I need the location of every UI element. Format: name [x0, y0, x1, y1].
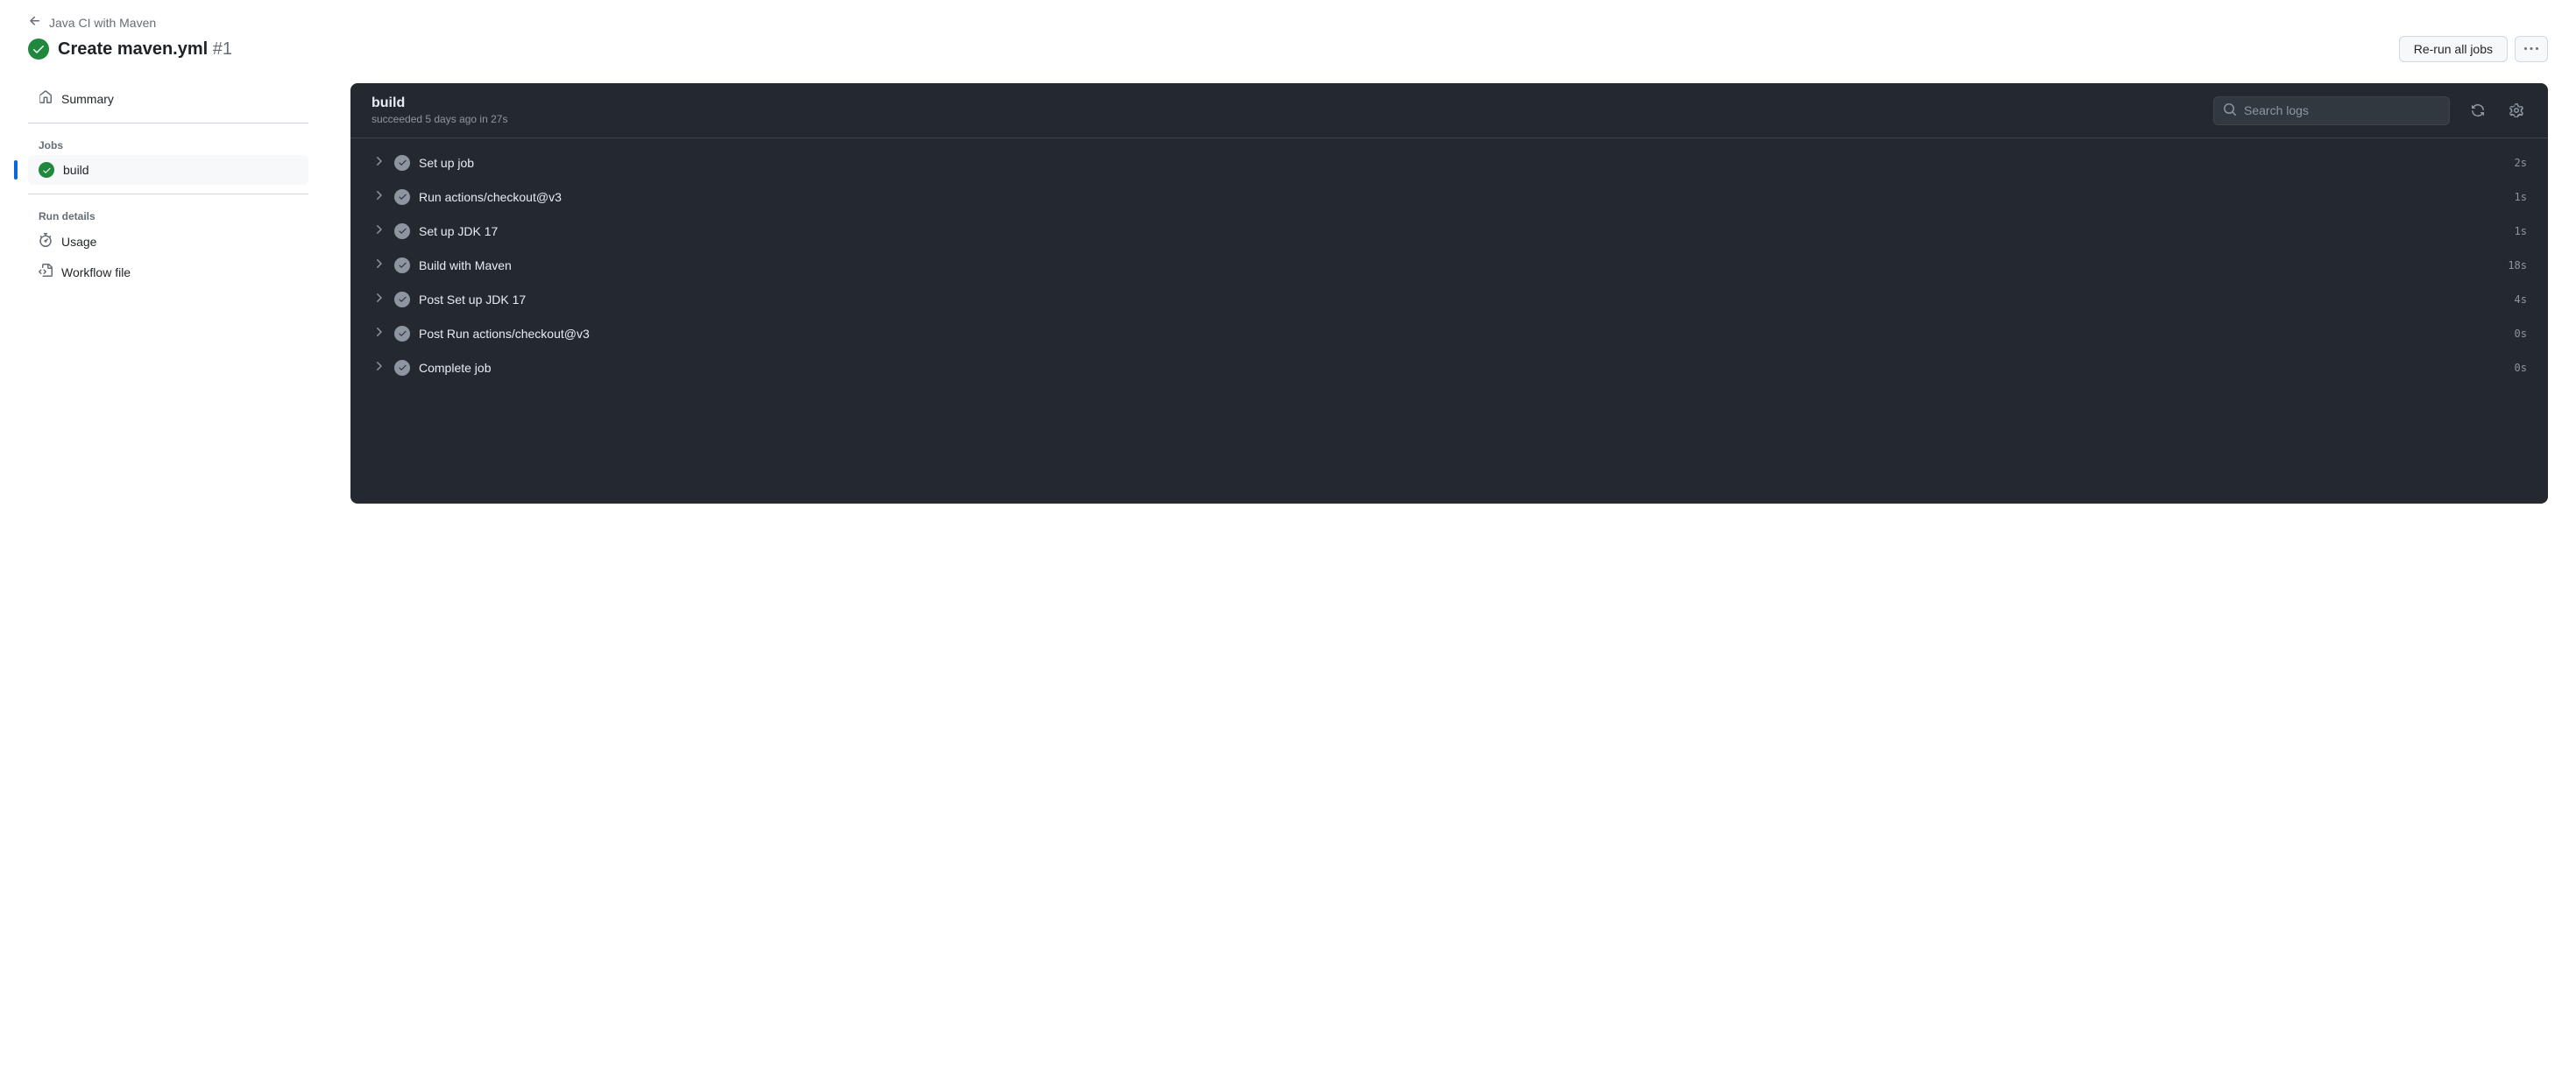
- step-row[interactable]: Post Set up JDK 17 4s: [350, 282, 2548, 316]
- search-icon: [2223, 102, 2237, 119]
- sidebar-jobs-heading: Jobs: [28, 132, 308, 155]
- sidebar-job-item[interactable]: build: [28, 155, 308, 185]
- step-duration: 0s: [2515, 362, 2527, 374]
- chevron-right-icon: [372, 325, 386, 342]
- chevron-right-icon: [372, 291, 386, 307]
- sidebar-job-label: build: [63, 163, 89, 177]
- step-row[interactable]: Complete job 0s: [350, 350, 2548, 384]
- check-icon: [394, 292, 410, 307]
- sidebar-workflow-file-label: Workflow file: [61, 265, 131, 279]
- file-icon: [39, 264, 53, 280]
- gear-icon: [2509, 103, 2523, 117]
- chevron-right-icon: [372, 188, 386, 205]
- breadcrumb-link[interactable]: Java CI with Maven: [49, 16, 156, 30]
- step-name: Run actions/checkout@v3: [419, 190, 2506, 204]
- kebab-icon: [2524, 42, 2538, 56]
- check-icon: [394, 155, 410, 171]
- step-row[interactable]: Run actions/checkout@v3 1s: [350, 180, 2548, 214]
- more-options-button[interactable]: [2515, 36, 2548, 62]
- step-duration: 1s: [2515, 191, 2527, 203]
- job-name: build: [372, 95, 507, 111]
- settings-button[interactable]: [2506, 100, 2527, 121]
- success-icon: [39, 162, 54, 178]
- step-duration: 2s: [2515, 157, 2527, 169]
- chevron-right-icon: [372, 154, 386, 171]
- step-row[interactable]: Set up job 2s: [350, 145, 2548, 180]
- chevron-right-icon: [372, 359, 386, 376]
- sidebar-summary-label: Summary: [61, 92, 114, 106]
- step-name: Set up job: [419, 156, 2506, 170]
- stopwatch-icon: [39, 233, 53, 250]
- sidebar-summary[interactable]: Summary: [28, 83, 308, 114]
- sidebar-run-details-heading: Run details: [28, 203, 308, 226]
- sidebar-workflow-file[interactable]: Workflow file: [28, 257, 308, 287]
- step-name: Build with Maven: [419, 258, 2499, 272]
- step-name: Post Run actions/checkout@v3: [419, 327, 2506, 341]
- step-name: Set up JDK 17: [419, 224, 2506, 238]
- check-icon: [394, 189, 410, 205]
- sync-icon: [2471, 103, 2485, 117]
- breadcrumb: Java CI with Maven: [28, 14, 2548, 31]
- check-icon: [394, 257, 410, 273]
- chevron-right-icon: [372, 257, 386, 273]
- step-duration: 18s: [2508, 259, 2527, 272]
- success-icon: [28, 39, 49, 60]
- check-icon: [394, 223, 410, 239]
- step-duration: 4s: [2515, 293, 2527, 306]
- refresh-button[interactable]: [2467, 100, 2488, 121]
- rerun-all-button[interactable]: Re-run all jobs: [2399, 36, 2508, 62]
- search-logs-input[interactable]: [2213, 96, 2450, 125]
- check-icon: [394, 326, 410, 342]
- step-duration: 0s: [2515, 328, 2527, 340]
- job-panel: build succeeded 5 days ago in 27s: [350, 83, 2548, 504]
- home-icon: [39, 90, 53, 107]
- check-icon: [394, 360, 410, 376]
- page-title: Create maven.yml #1: [58, 39, 232, 60]
- step-row[interactable]: Post Run actions/checkout@v3 0s: [350, 316, 2548, 350]
- step-name: Post Set up JDK 17: [419, 293, 2506, 307]
- arrow-left-icon[interactable]: [28, 14, 42, 31]
- sidebar-usage[interactable]: Usage: [28, 226, 308, 257]
- step-name: Complete job: [419, 361, 2506, 375]
- step-row[interactable]: Set up JDK 17 1s: [350, 214, 2548, 248]
- chevron-right-icon: [372, 222, 386, 239]
- search-logs-field[interactable]: [2244, 103, 2440, 117]
- step-row[interactable]: Build with Maven 18s: [350, 248, 2548, 282]
- sidebar-usage-label: Usage: [61, 235, 96, 249]
- job-meta: succeeded 5 days ago in 27s: [372, 113, 507, 125]
- step-duration: 1s: [2515, 225, 2527, 237]
